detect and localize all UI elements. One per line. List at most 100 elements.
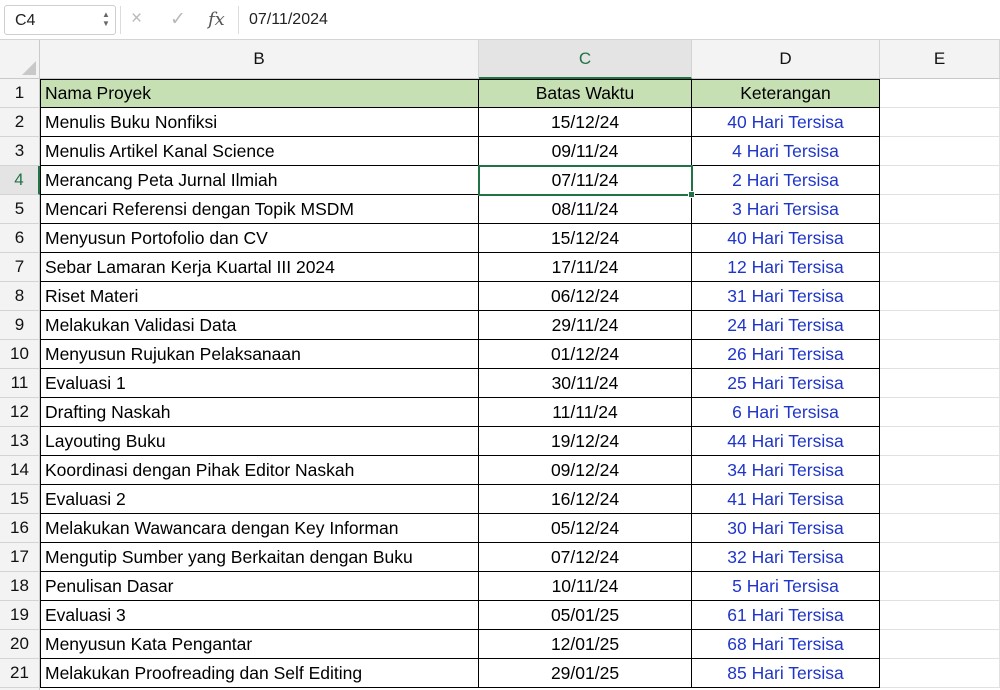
row-header[interactable]: 16 <box>0 514 40 543</box>
row-header[interactable]: 17 <box>0 543 40 572</box>
deadline-cell[interactable]: 07/12/24 <box>479 543 692 572</box>
empty-cell[interactable] <box>880 572 1000 601</box>
empty-cell[interactable] <box>880 108 1000 137</box>
deadline-cell[interactable]: 15/12/24 <box>479 108 692 137</box>
cancel-icon[interactable]: × <box>131 8 142 30</box>
column-header-d[interactable]: D <box>692 40 880 79</box>
deadline-cell[interactable]: 08/11/24 <box>479 195 692 224</box>
empty-cell[interactable] <box>880 514 1000 543</box>
deadline-cell[interactable]: 12/01/25 <box>479 630 692 659</box>
remaining-days-cell[interactable]: 3 Hari Tersisa <box>692 195 880 224</box>
row-header[interactable]: 8 <box>0 282 40 311</box>
empty-cell[interactable] <box>880 543 1000 572</box>
deadline-cell[interactable]: 06/12/24 <box>479 282 692 311</box>
row-header[interactable]: 1 <box>0 79 40 108</box>
empty-cell[interactable] <box>880 195 1000 224</box>
function-icon[interactable]: fx <box>208 9 225 30</box>
empty-cell[interactable] <box>880 253 1000 282</box>
deadline-cell[interactable]: 30/11/24 <box>479 369 692 398</box>
project-name-cell[interactable]: Melakukan Wawancara dengan Key Informan <box>40 514 479 543</box>
column-header-e[interactable]: E <box>880 40 1000 79</box>
empty-cell[interactable] <box>880 659 1000 688</box>
project-name-cell[interactable]: Menyusun Rujukan Pelaksanaan <box>40 340 479 369</box>
row-header[interactable]: 3 <box>0 137 40 166</box>
empty-cell[interactable] <box>880 485 1000 514</box>
row-header[interactable]: 21 <box>0 659 40 688</box>
remaining-days-cell[interactable]: 26 Hari Tersisa <box>692 340 880 369</box>
empty-cell[interactable] <box>880 282 1000 311</box>
project-name-cell[interactable]: Layouting Buku <box>40 427 479 456</box>
empty-cell[interactable] <box>880 601 1000 630</box>
project-name-cell[interactable]: Melakukan Validasi Data <box>40 311 479 340</box>
remaining-days-cell[interactable]: 61 Hari Tersisa <box>692 601 880 630</box>
project-name-cell[interactable]: Sebar Lamaran Kerja Kuartal III 2024 <box>40 253 479 282</box>
deadline-cell[interactable]: 29/11/24 <box>479 311 692 340</box>
row-header[interactable]: 20 <box>0 630 40 659</box>
remaining-days-cell[interactable]: 85 Hari Tersisa <box>692 659 880 688</box>
deadline-cell[interactable]: 05/01/25 <box>479 601 692 630</box>
row-header[interactable]: 5 <box>0 195 40 224</box>
select-all-button[interactable] <box>0 40 40 79</box>
name-box-stepper-icon[interactable]: ▲ ▼ <box>99 10 113 30</box>
empty-cell[interactable] <box>880 369 1000 398</box>
remaining-days-cell[interactable]: 4 Hari Tersisa <box>692 137 880 166</box>
remaining-days-cell[interactable]: 32 Hari Tersisa <box>692 543 880 572</box>
project-name-cell[interactable]: Menulis Artikel Kanal Science <box>40 137 479 166</box>
deadline-cell[interactable]: 05/12/24 <box>479 514 692 543</box>
table-header-cell[interactable]: Batas Waktu <box>479 79 692 108</box>
row-header[interactable]: 15 <box>0 485 40 514</box>
remaining-days-cell[interactable]: 40 Hari Tersisa <box>692 224 880 253</box>
empty-cell[interactable] <box>880 456 1000 485</box>
empty-cell[interactable] <box>880 311 1000 340</box>
formula-input[interactable]: 07/11/2024 <box>249 11 328 29</box>
row-header[interactable]: 13 <box>0 427 40 456</box>
remaining-days-cell[interactable]: 24 Hari Tersisa <box>692 311 880 340</box>
remaining-days-cell[interactable]: 41 Hari Tersisa <box>692 485 880 514</box>
project-name-cell[interactable]: Evaluasi 2 <box>40 485 479 514</box>
project-name-cell[interactable]: Menulis Buku Nonfiksi <box>40 108 479 137</box>
remaining-days-cell[interactable]: 2 Hari Tersisa <box>692 166 880 195</box>
row-header[interactable]: 4 <box>0 166 40 195</box>
deadline-cell[interactable]: 09/11/24 <box>479 137 692 166</box>
project-name-cell[interactable]: Mengutip Sumber yang Berkaitan dengan Bu… <box>40 543 479 572</box>
table-header-cell[interactable]: Keterangan <box>692 79 880 108</box>
empty-cell[interactable] <box>880 224 1000 253</box>
project-name-cell[interactable]: Drafting Naskah <box>40 398 479 427</box>
remaining-days-cell[interactable]: 12 Hari Tersisa <box>692 253 880 282</box>
project-name-cell[interactable]: Evaluasi 1 <box>40 369 479 398</box>
deadline-cell[interactable]: 17/11/24 <box>479 253 692 282</box>
deadline-cell[interactable]: 15/12/24 <box>479 224 692 253</box>
deadline-cell[interactable]: 16/12/24 <box>479 485 692 514</box>
deadline-cell[interactable]: 10/11/24 <box>479 572 692 601</box>
row-header[interactable]: 18 <box>0 572 40 601</box>
empty-cell[interactable] <box>880 630 1000 659</box>
empty-cell[interactable] <box>880 166 1000 195</box>
remaining-days-cell[interactable]: 44 Hari Tersisa <box>692 427 880 456</box>
empty-cell[interactable] <box>880 137 1000 166</box>
row-header[interactable]: 12 <box>0 398 40 427</box>
remaining-days-cell[interactable]: 68 Hari Tersisa <box>692 630 880 659</box>
project-name-cell[interactable]: Penulisan Dasar <box>40 572 479 601</box>
project-name-cell[interactable]: Riset Materi <box>40 282 479 311</box>
empty-cell[interactable] <box>880 427 1000 456</box>
empty-cell[interactable] <box>880 340 1000 369</box>
name-box[interactable]: C4 ▲ ▼ <box>4 5 116 35</box>
row-header[interactable]: 6 <box>0 224 40 253</box>
remaining-days-cell[interactable]: 30 Hari Tersisa <box>692 514 880 543</box>
checkmark-icon[interactable]: ✓ <box>170 8 186 31</box>
remaining-days-cell[interactable]: 31 Hari Tersisa <box>692 282 880 311</box>
remaining-days-cell[interactable]: 5 Hari Tersisa <box>692 572 880 601</box>
deadline-cell[interactable]: 09/12/24 <box>479 456 692 485</box>
table-header-cell[interactable]: Nama Proyek <box>40 79 479 108</box>
project-name-cell[interactable]: Merancang Peta Jurnal Ilmiah <box>40 166 479 195</box>
column-header-b[interactable]: B <box>40 40 479 79</box>
project-name-cell[interactable]: Koordinasi dengan Pihak Editor Naskah <box>40 456 479 485</box>
row-header[interactable]: 9 <box>0 311 40 340</box>
remaining-days-cell[interactable]: 6 Hari Tersisa <box>692 398 880 427</box>
deadline-cell[interactable]: 01/12/24 <box>479 340 692 369</box>
remaining-days-cell[interactable]: 34 Hari Tersisa <box>692 456 880 485</box>
remaining-days-cell[interactable]: 40 Hari Tersisa <box>692 108 880 137</box>
column-header-c[interactable]: C <box>479 40 692 79</box>
row-header[interactable]: 19 <box>0 601 40 630</box>
row-header[interactable]: 14 <box>0 456 40 485</box>
